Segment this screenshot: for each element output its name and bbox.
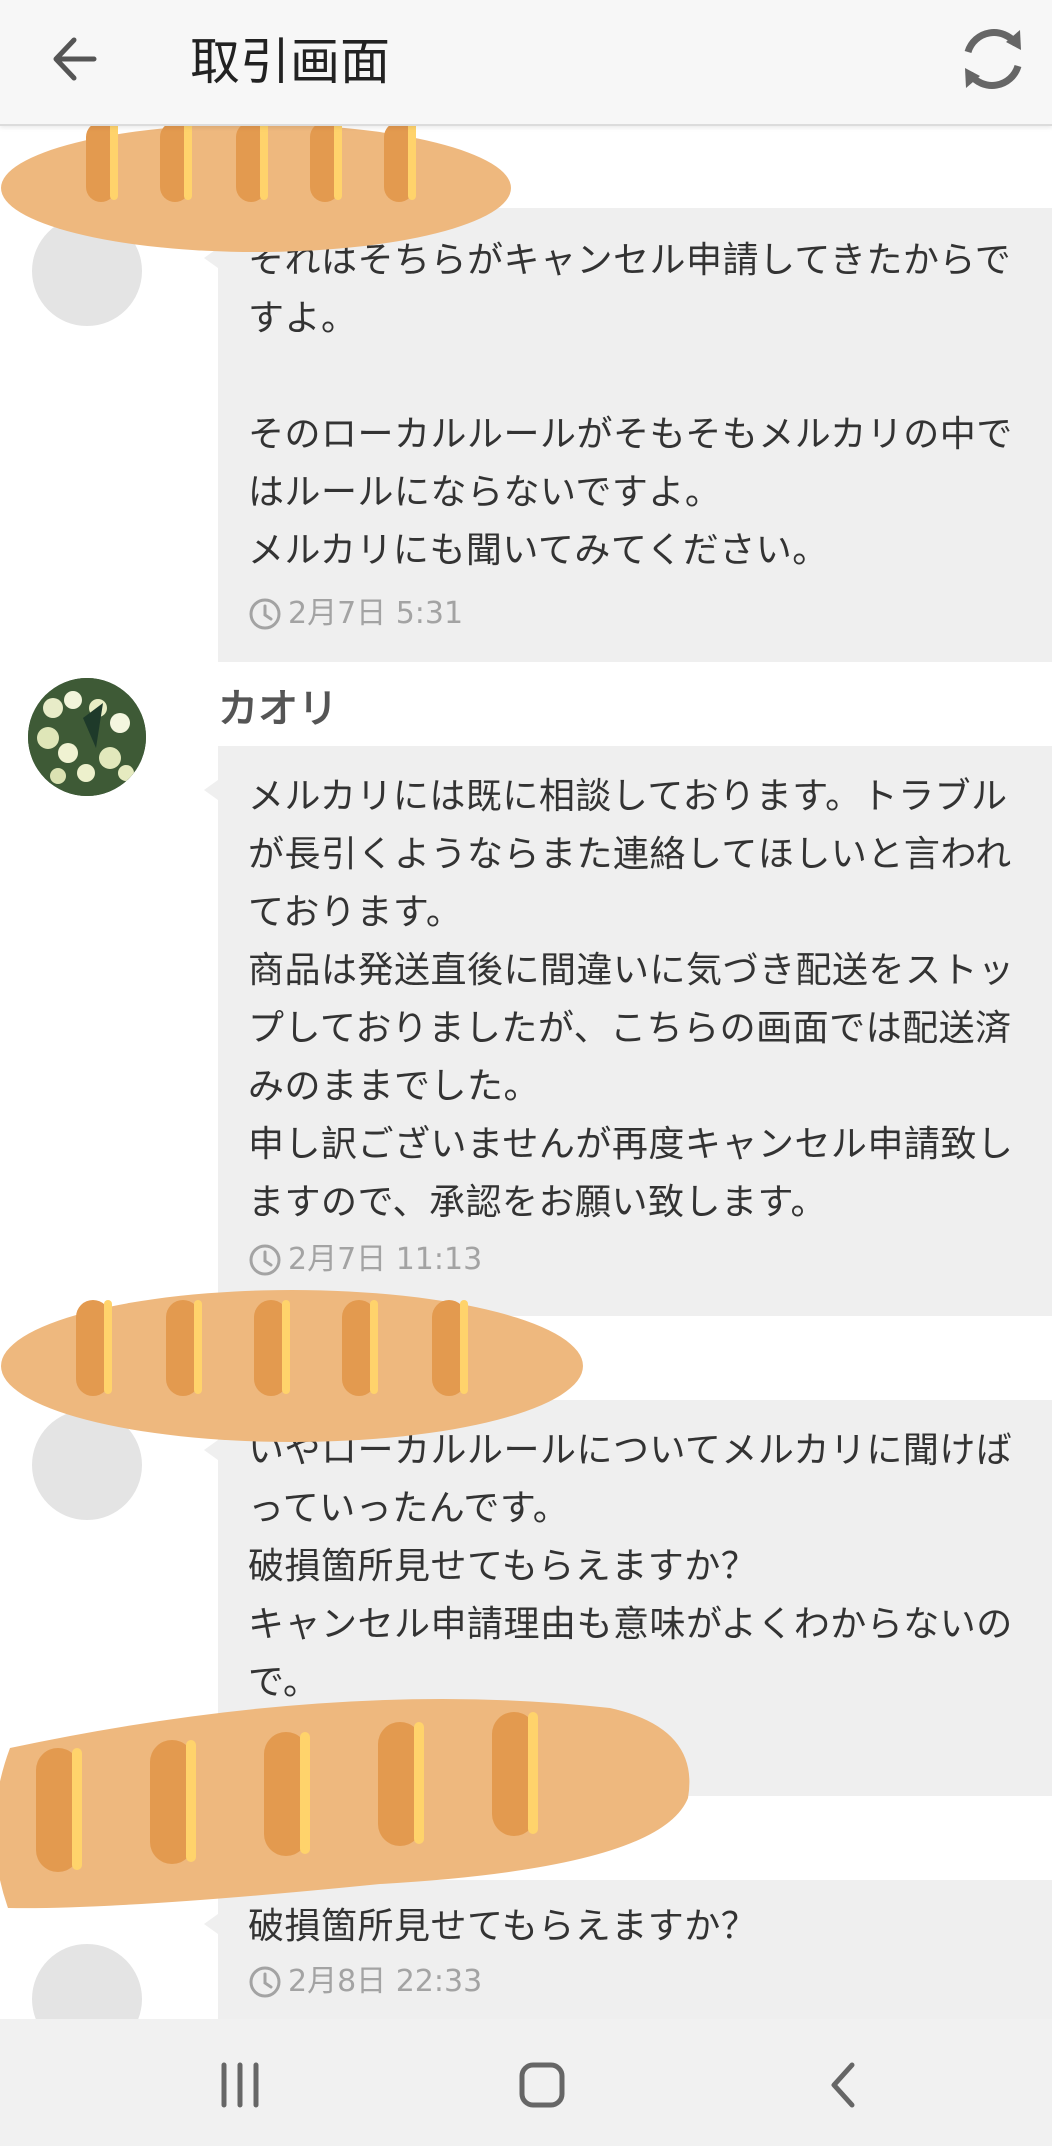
message-list[interactable]: それはそちらがキャンセル申請してきたからですよ。 そのローカルルールがそもそもメ… xyxy=(0,126,1052,2019)
baguette-redaction-sticker xyxy=(1,126,511,252)
avatar[interactable] xyxy=(32,1944,142,2019)
clock-icon xyxy=(249,1966,281,1998)
baguette-redaction-sticker xyxy=(1,1290,583,1442)
avatar[interactable] xyxy=(28,678,146,796)
refresh-button[interactable] xyxy=(948,14,1038,104)
message-text: いやローカルルールについてメルカリに聞けばっていったんです。 破損箇所見せてもら… xyxy=(248,1430,1013,1703)
nav-back-icon xyxy=(831,2062,855,2108)
arrow-left-icon xyxy=(53,37,97,81)
nav-back-button[interactable] xyxy=(812,2053,876,2117)
clock-icon xyxy=(249,598,281,630)
message-bubble: メルカリには既に相談しております。トラブルが長引くようならまた連絡してほしいと言… xyxy=(204,746,1052,1316)
app-header: 取引画面 xyxy=(0,0,1052,126)
message-text: メルカリには既に相談しております。トラブルが長引くようならまた連絡してほしいと言… xyxy=(248,776,1015,1223)
time-label: 2月7日 5:31 xyxy=(288,596,464,631)
message-time: 2月7日 11:13 xyxy=(248,1238,482,1282)
clock-icon xyxy=(249,1244,281,1276)
recents-button[interactable] xyxy=(208,2053,272,2117)
message-text: それはそちらがキャンセル申請してきたからですよ。 そのローカルルールがそもそもメ… xyxy=(248,240,1013,571)
recents-icon xyxy=(221,2062,259,2108)
system-nav-bar xyxy=(0,2019,1052,2146)
refresh-icon xyxy=(964,29,1022,89)
sender-name: カオリ xyxy=(218,686,338,732)
time-label: 2月8日 22:33 xyxy=(288,1964,483,1999)
avatar-flower-image xyxy=(28,678,146,796)
time-label: 2月7日 11:13 xyxy=(288,1242,483,1277)
page-title: 取引画面 xyxy=(190,33,390,91)
home-button[interactable] xyxy=(510,2053,574,2117)
back-button[interactable] xyxy=(38,22,112,96)
message-time: 2月8日 22:33 xyxy=(248,1960,482,2004)
message-time: 2月7日 5:31 xyxy=(248,592,463,636)
message-bubble: それはそちらがキャンセル申請してきたからですよ。 そのローカルルールがそもそもメ… xyxy=(204,208,1052,662)
home-icon xyxy=(519,2062,565,2108)
bubble-tail xyxy=(204,780,218,800)
baguette-redaction-sticker xyxy=(0,1699,690,1909)
